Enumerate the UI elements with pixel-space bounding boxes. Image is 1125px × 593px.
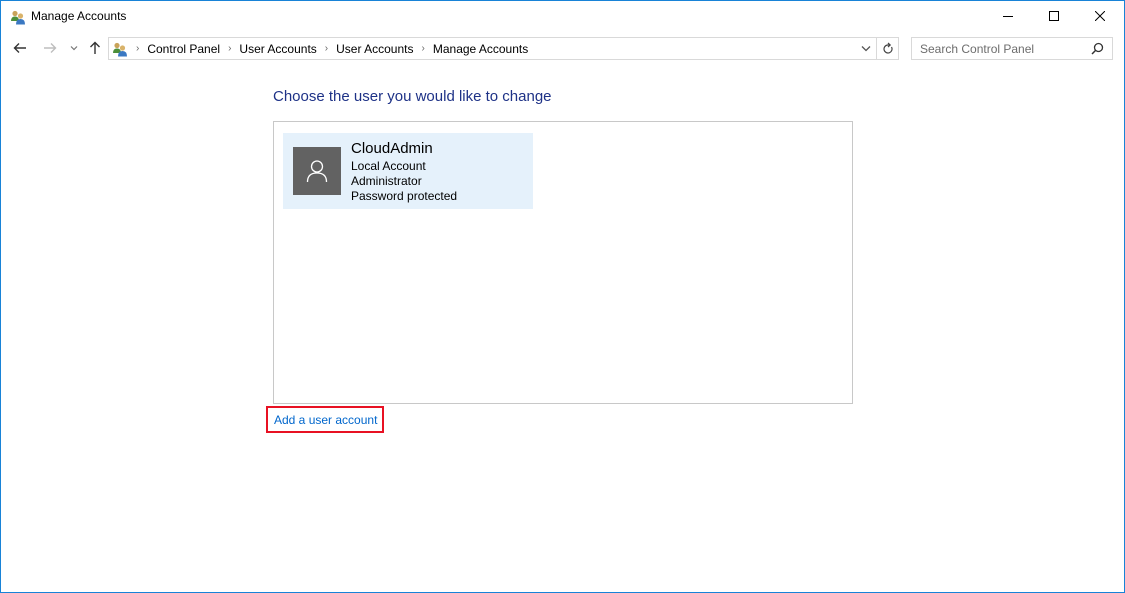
accounts-list: CloudAdmin Local Account Administrator P… [273, 121, 853, 404]
maximize-button[interactable] [1031, 1, 1077, 31]
chevron-right-icon[interactable]: › [228, 43, 231, 54]
account-status: Password protected [351, 189, 458, 203]
chevron-down-icon [861, 46, 871, 52]
refresh-button[interactable] [877, 37, 899, 60]
manage-accounts-window: Manage Accounts › Control Panel › User A… [0, 0, 1125, 593]
breadcrumb-user-accounts-sub[interactable]: User Accounts [336, 42, 413, 56]
minimize-icon [1003, 16, 1013, 17]
page-heading: Choose the user you would like to change [273, 88, 552, 105]
minimize-button[interactable] [985, 1, 1031, 31]
account-name: CloudAdmin [351, 140, 433, 157]
search-icon[interactable] [1091, 42, 1104, 55]
back-button[interactable] [9, 37, 31, 59]
add-user-account-link[interactable]: Add a user account [274, 413, 377, 427]
address-bar[interactable]: › Control Panel › User Accounts › User A… [108, 37, 877, 60]
user-accounts-icon [11, 10, 25, 25]
window-title: Manage Accounts [31, 9, 127, 23]
maximize-icon [1049, 11, 1059, 21]
chevron-right-icon[interactable]: › [136, 43, 139, 54]
recent-locations-button[interactable] [67, 37, 81, 59]
highlight-box: Add a user account [266, 406, 384, 433]
address-dropdown-button[interactable] [856, 38, 876, 59]
close-icon [1095, 11, 1105, 21]
title-bar[interactable]: Manage Accounts [1, 1, 1124, 32]
chevron-down-icon [70, 46, 78, 51]
navigation-bar: › Control Panel › User Accounts › User A… [1, 37, 1124, 61]
up-arrow-icon [90, 41, 100, 54]
refresh-icon [882, 42, 893, 54]
user-accounts-icon [113, 42, 127, 56]
account-tile-cloudadmin[interactable]: CloudAdmin Local Account Administrator P… [283, 133, 533, 209]
close-button[interactable] [1077, 1, 1123, 31]
search-input[interactable] [912, 41, 1082, 56]
up-button[interactable] [85, 37, 105, 59]
forward-arrow-icon [44, 43, 57, 53]
search-box[interactable] [911, 37, 1113, 60]
account-type: Local Account [351, 159, 426, 173]
breadcrumb-manage-accounts[interactable]: Manage Accounts [433, 42, 528, 56]
back-arrow-icon [13, 43, 26, 53]
breadcrumb-user-accounts[interactable]: User Accounts [239, 42, 316, 56]
chevron-right-icon[interactable]: › [422, 43, 425, 54]
account-role: Administrator [351, 174, 422, 188]
avatar [293, 147, 341, 195]
user-silhouette-icon [306, 160, 328, 183]
forward-button[interactable] [39, 37, 61, 59]
breadcrumb-control-panel[interactable]: Control Panel [147, 42, 220, 56]
chevron-right-icon[interactable]: › [325, 43, 328, 54]
